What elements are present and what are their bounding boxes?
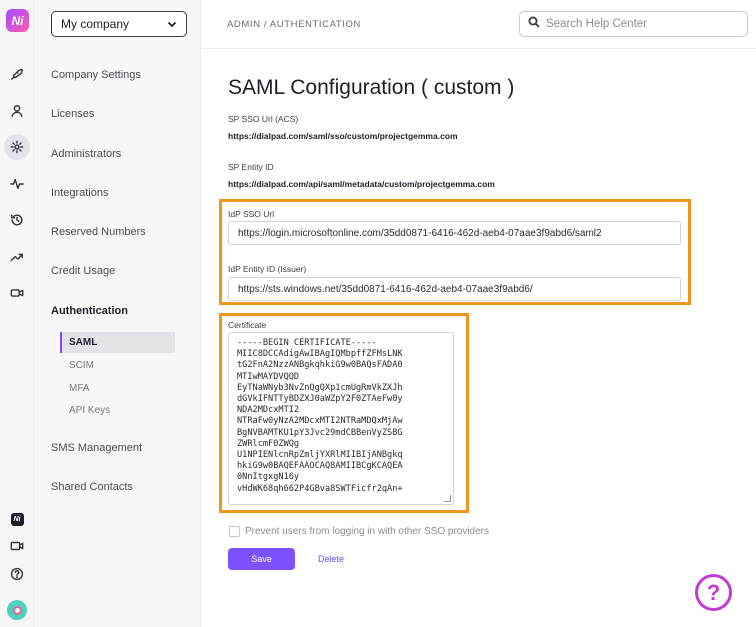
subnav-item-saml[interactable]: SAML (60, 332, 175, 353)
sp-entity-id-value: https://dialpad.com/api/saml/metadata/cu… (228, 179, 495, 189)
app-logo[interactable]: Ni (6, 9, 29, 32)
user-icon[interactable] (7, 101, 27, 121)
subnav-item-mfa[interactable]: MFA (60, 378, 175, 399)
sidebar-item-sms-management[interactable]: SMS Management (51, 442, 142, 454)
save-button[interactable]: Save (228, 548, 295, 570)
settings-sidebar: My company Company Settings Licenses Adm… (34, 0, 201, 627)
chevron-down-icon (166, 18, 178, 33)
subnav-item-api-keys[interactable]: API Keys (60, 400, 175, 421)
delete-link[interactable]: Delete (318, 554, 344, 564)
breadcrumb: ADMIN / AUTHENTICATION (227, 19, 361, 30)
idp-sso-url-field[interactable]: https://login.microsoftonline.com/35dd08… (228, 221, 681, 245)
prevent-sso-checkbox[interactable] (229, 526, 240, 537)
page-title: SAML Configuration ( custom ) (228, 76, 514, 100)
sp-sso-url-value: https://dialpad.com/saml/sso/custom/proj… (228, 131, 458, 141)
video-camera-icon[interactable] (7, 283, 27, 303)
trending-icon[interactable] (7, 247, 27, 267)
history-icon[interactable] (7, 210, 27, 230)
help-question-icon[interactable]: ? (695, 574, 732, 611)
dialpad-logo-icon[interactable]: Ni (7, 509, 27, 529)
search-icon (528, 15, 540, 33)
sidebar-item-integrations[interactable]: Integrations (51, 187, 108, 199)
company-select[interactable]: My company (51, 11, 187, 37)
top-header: ADMIN / AUTHENTICATION (201, 0, 756, 49)
activity-icon[interactable] (7, 174, 27, 194)
sidebar-item-reserved-numbers[interactable]: Reserved Numbers (51, 226, 146, 238)
certificate-textarea[interactable]: -----BEGIN CERTIFICATE----- MIIC8DCCAdig… (228, 332, 454, 505)
resize-handle-icon[interactable] (444, 495, 451, 502)
sidebar-item-credit-usage[interactable]: Credit Usage (51, 265, 115, 277)
idp-entity-id-label: IdP Entity ID (Issuer) (228, 264, 306, 274)
sidebar-item-authentication[interactable]: Authentication (51, 305, 128, 317)
certificate-label: Certificate (228, 320, 266, 330)
help-circle-icon[interactable] (7, 564, 27, 584)
search-box[interactable] (519, 11, 748, 37)
sidebar-item-administrators[interactable]: Administrators (51, 148, 121, 160)
certificate-text: -----BEGIN CERTIFICATE----- MIIC8DCCAdig… (237, 338, 403, 494)
avatar[interactable] (7, 600, 27, 620)
app-rail: Ni Ni (0, 0, 34, 627)
rocket-icon[interactable] (7, 64, 27, 84)
idp-entity-id-field[interactable]: https://sts.windows.net/35dd0871-6416-46… (228, 277, 681, 301)
sidebar-item-licenses[interactable]: Licenses (51, 108, 94, 120)
search-input[interactable] (546, 18, 736, 30)
gear-icon[interactable] (4, 134, 30, 160)
sidebar-item-company-settings[interactable]: Company Settings (51, 69, 141, 81)
subnav-item-scim[interactable]: SCIM (60, 355, 175, 376)
company-select-label: My company (61, 17, 129, 31)
sidebar-item-shared-contacts[interactable]: Shared Contacts (51, 481, 133, 493)
sp-sso-url-label: SP SSO Url (ACS) (228, 114, 298, 124)
prevent-sso-label: Prevent users from logging in with other… (245, 526, 489, 537)
idp-sso-url-label: IdP SSO Url (228, 209, 274, 219)
sp-entity-id-label: SP Entity ID (228, 162, 274, 172)
video-icon[interactable] (7, 536, 27, 556)
